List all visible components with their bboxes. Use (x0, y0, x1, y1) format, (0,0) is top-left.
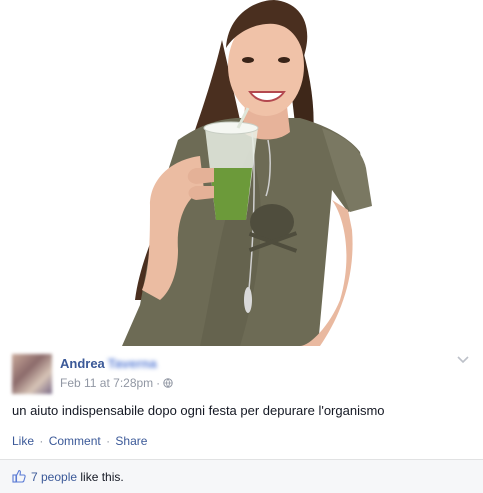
author-first-name[interactable]: Andrea (60, 356, 105, 371)
post-actions: Like · Comment · Share (12, 434, 147, 448)
likes-summary: 7 people like this. (31, 470, 124, 484)
avatar[interactable] (12, 354, 52, 394)
chevron-down-icon[interactable] (457, 356, 469, 364)
author-name[interactable]: Andrea Taverna (60, 356, 157, 371)
action-separator: · (39, 434, 44, 448)
likes-bar: 7 people like this. (0, 459, 483, 493)
post-photo-illustration (122, 0, 372, 346)
comment-link[interactable]: Comment (49, 434, 101, 448)
share-link[interactable]: Share (115, 434, 147, 448)
post-card: Andrea Taverna Feb 11 at 7:28pm · un aiut… (0, 346, 483, 459)
meta-separator: · (156, 376, 161, 390)
globe-icon[interactable] (163, 378, 173, 388)
author-last-name-blurred[interactable]: Taverna (108, 356, 157, 371)
post-photo[interactable] (0, 0, 483, 346)
post-timestamp[interactable]: Feb 11 at 7:28pm (60, 376, 153, 390)
likes-count-link[interactable]: 7 people (31, 470, 77, 484)
like-link[interactable]: Like (12, 434, 34, 448)
thumbs-up-icon (12, 469, 26, 483)
action-separator: · (106, 434, 111, 448)
likes-suffix: like this. (77, 470, 124, 484)
post-text: un aiuto indispensabile dopo ogni festa … (12, 403, 385, 418)
post-meta: Feb 11 at 7:28pm · (60, 376, 173, 390)
